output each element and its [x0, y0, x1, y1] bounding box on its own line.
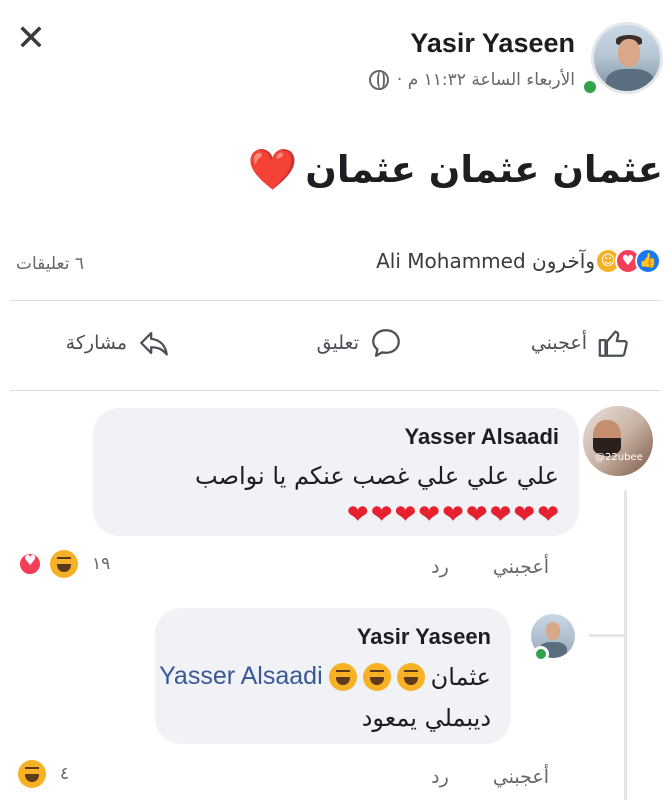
post-author-name[interactable]: Yasir Yaseen — [410, 28, 575, 59]
comment-label: تعليق — [316, 332, 359, 354]
avatar-face — [546, 622, 560, 640]
comment-reply-button[interactable]: رد — [431, 556, 449, 578]
post-actions: أعجبني تعليق مشاركة — [0, 326, 671, 378]
avatar-watermark: @22ubee — [595, 452, 643, 463]
reply-reactions[interactable]: ٤ — [18, 760, 69, 788]
comments-count[interactable]: ٦ تعليقات — [16, 254, 84, 274]
reply-like-button[interactable]: أعجبني — [493, 766, 549, 788]
comment-avatar[interactable]: @22ubee — [583, 406, 653, 476]
online-status-icon — [533, 646, 549, 662]
share-label: مشاركة — [65, 332, 127, 354]
share-icon — [140, 331, 168, 356]
reactors[interactable]: Ali Mohammed وآخرون 👍 ♥ ☺ — [376, 248, 661, 274]
reply-word: عثمان — [430, 662, 491, 691]
thumbs-up-icon — [598, 330, 628, 357]
like-button[interactable]: أعجبني — [531, 326, 631, 360]
haha-emoji-icon — [362, 662, 391, 691]
post-text: عثمان عثمان عثمان ❤️ — [247, 148, 663, 191]
haha-icon — [18, 760, 46, 788]
haha-emoji-icon — [396, 662, 425, 691]
reaction-count: ٤ — [60, 764, 70, 784]
thread-connector — [589, 634, 625, 637]
haha-emoji-icon — [328, 662, 357, 691]
avatar-face — [618, 39, 640, 67]
comment-bubble: Yasser Alsaadi علي علي علي غصب عنكم يا ن… — [93, 408, 579, 536]
mention-link[interactable]: Yasser Alsaadi — [159, 662, 323, 691]
reply-actions: أعجبني رد — [431, 766, 549, 788]
comment-reactions[interactable]: ١٩ — [18, 550, 110, 578]
divider — [10, 390, 661, 391]
reply-author[interactable]: Yasir Yaseen — [357, 624, 491, 650]
reply-first-line: عثمان Yasser Alsaadi — [159, 662, 491, 691]
like-label: أعجبني — [530, 332, 587, 354]
globe-icon — [368, 70, 389, 90]
comment-icon — [372, 329, 400, 357]
like-icon: 👍 — [635, 248, 661, 274]
haha-icon — [50, 550, 78, 578]
post-author-avatar[interactable] — [591, 22, 663, 94]
post-timestamp[interactable]: الأربعاء الساعة ١١:٣٢ م · — [397, 70, 575, 90]
comment-text: علي علي علي غصب عنكم يا نواصب — [195, 462, 559, 490]
comment-author[interactable]: Yasser Alsaadi — [404, 424, 559, 450]
share-button[interactable]: مشاركة — [66, 326, 171, 360]
hearts-emoji-icon: ❤❤❤❤❤❤❤❤❤ — [346, 500, 561, 530]
thread-line — [624, 490, 627, 800]
love-icon — [18, 552, 42, 576]
reply-second-line: ديبملي يمعود — [361, 704, 491, 732]
avatar-body — [606, 69, 654, 91]
close-button[interactable]: ✕ — [14, 21, 48, 57]
reply-bubble: Yasir Yaseen عثمان Yasser Alsaadi ديبملي… — [155, 608, 511, 744]
reaction-icons: 👍 ♥ ☺ — [595, 248, 661, 274]
reactions-summary-row: ٦ تعليقات Ali Mohammed وآخرون 👍 ♥ ☺ — [0, 248, 671, 284]
comment-like-button[interactable]: أعجبني — [493, 556, 549, 578]
post-text-content: عثمان عثمان عثمان — [305, 148, 663, 191]
divider — [10, 300, 661, 301]
online-status-icon — [581, 78, 599, 96]
reply-reply-button[interactable]: رد — [431, 766, 449, 788]
reaction-count: ١٩ — [92, 554, 111, 574]
comment-button[interactable]: تعليق — [317, 326, 403, 360]
reactors-text[interactable]: Ali Mohammed وآخرون — [376, 249, 595, 273]
post-meta: الأربعاء الساعة ١١:٣٢ م · — [368, 70, 575, 90]
heart-emoji-icon: ❤️ — [247, 146, 298, 193]
comment-actions: أعجبني رد — [431, 556, 549, 578]
